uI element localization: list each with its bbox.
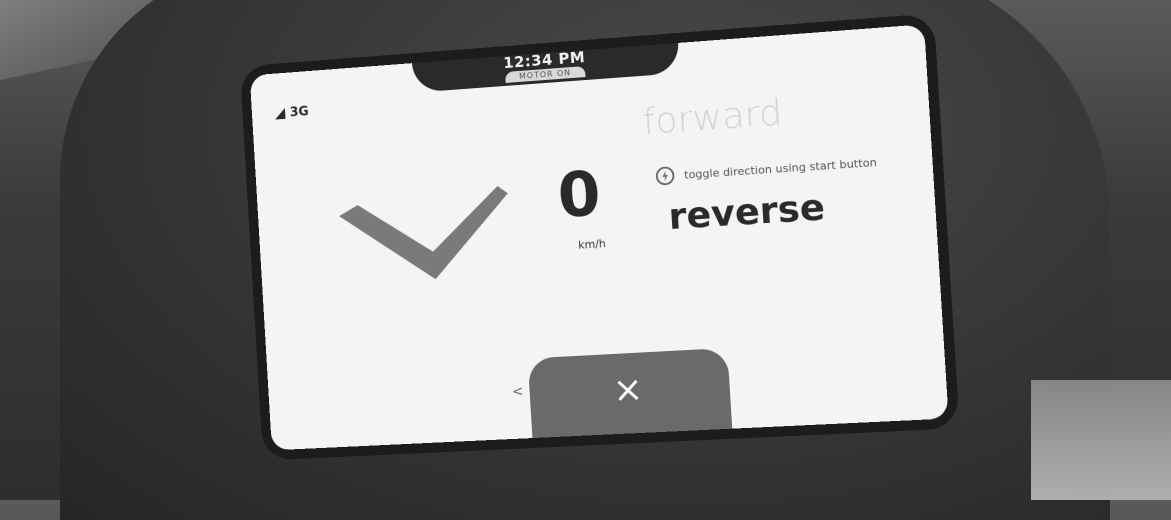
network-label: 3G: [289, 104, 310, 121]
speed-unit: km/h: [577, 237, 607, 252]
direction-forward: forward: [641, 92, 784, 144]
speed-value: 0: [556, 161, 603, 225]
direction-hint-text: toggle direction using start button: [683, 155, 878, 182]
power-toggle-icon: [653, 164, 676, 188]
network-indicator: 3G: [274, 104, 309, 121]
direction-chevron-icon: [337, 185, 513, 285]
direction-hint: toggle direction using start button: [653, 151, 877, 188]
signal-icon: [274, 108, 286, 120]
background-floor: [1031, 380, 1171, 500]
close-icon: [616, 379, 639, 402]
back-button[interactable]: <: [511, 384, 523, 400]
direction-reverse: reverse: [667, 186, 827, 239]
dashboard-screen: 12:34 PM MOTOR ON 3G 0 km/h forward togg…: [249, 24, 949, 451]
svg-text:0: 0: [556, 161, 603, 225]
